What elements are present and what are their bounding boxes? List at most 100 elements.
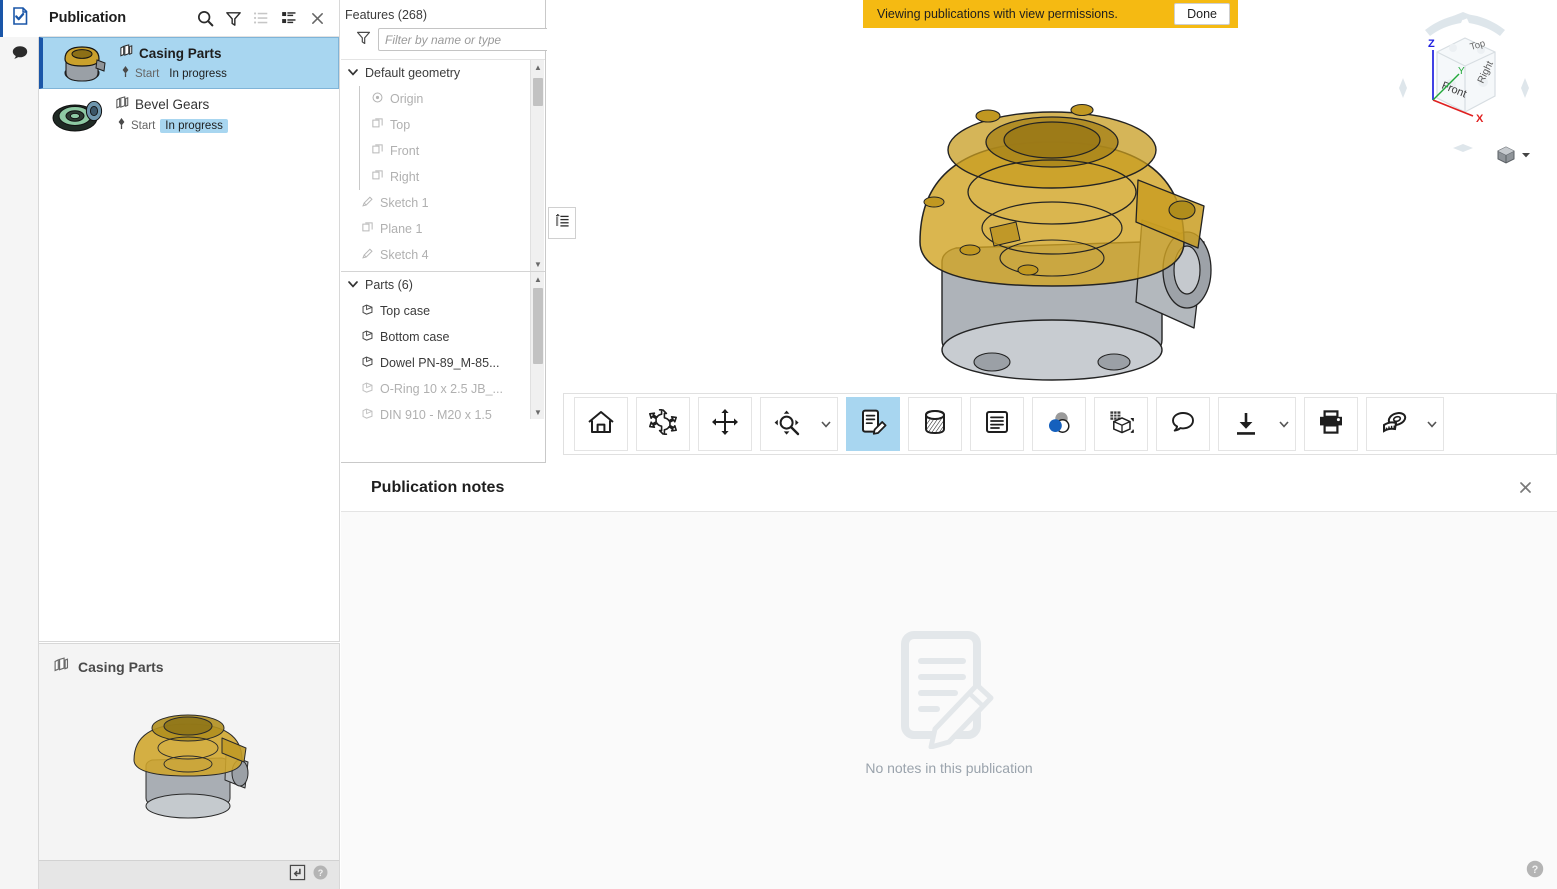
part-item-din-910[interactable]: DIN 910 - M20 x 1,5 — [341, 402, 545, 419]
part-item-o-ring[interactable]: O-Ring 10 x 2.5 JB_... — [341, 376, 545, 402]
plane-icon — [371, 117, 384, 133]
plane-icon — [361, 221, 374, 237]
pan-button[interactable] — [698, 397, 752, 451]
scrollbar-thumb[interactable] — [533, 288, 543, 364]
tree-item-sketch-4[interactable]: Sketch 4 — [341, 242, 545, 268]
close-icon[interactable] — [303, 4, 331, 32]
filter-icon[interactable] — [355, 29, 372, 51]
help-icon[interactable]: ? — [1525, 859, 1545, 879]
tree-item-right[interactable]: Right — [341, 164, 545, 190]
scroll-up-icon[interactable]: ▲ — [531, 272, 545, 286]
tree-item-label: Top — [390, 118, 411, 132]
part-item-top-case[interactable]: Top case — [341, 298, 545, 324]
chevron-down-icon[interactable] — [1421, 418, 1443, 430]
feature-filter-row — [341, 28, 549, 59]
part-item-label: DIN 910 - M20 x 1,5 — [380, 408, 492, 419]
list-view-icon[interactable] — [247, 4, 275, 32]
help-icon[interactable]: ? — [312, 864, 329, 886]
svg-text:Z: Z — [1428, 38, 1435, 50]
detail-view-icon[interactable] — [275, 4, 303, 32]
parts-tree-scroll: Parts (6) Top case Bottom case Dowel PN-… — [341, 271, 545, 419]
features-scrollbar[interactable]: ▲ ▼ — [530, 60, 544, 271]
features-header: Features (268) — [345, 8, 427, 22]
chevron-down-icon — [347, 66, 359, 81]
scroll-down-icon[interactable]: ▼ — [531, 405, 545, 419]
rotate-button[interactable] — [636, 397, 690, 451]
tree-item-origin[interactable]: Origin — [341, 86, 545, 112]
note-pencil-icon — [858, 407, 888, 442]
status-badge: In progress — [164, 67, 232, 81]
comment-bubble-icon — [1168, 407, 1198, 442]
tree-item-front[interactable]: Front — [341, 138, 545, 164]
rail-publications-button[interactable] — [0, 0, 39, 37]
publication-row-bevel-gears[interactable]: Bevel Gears Start In progress — [39, 89, 339, 141]
svg-text:X: X — [1476, 113, 1484, 125]
section-cylinder-icon — [920, 407, 950, 442]
rail-comments-button[interactable] — [0, 37, 39, 74]
parts-group-header[interactable]: Parts (6) — [341, 272, 545, 298]
tree-item-sketch-1[interactable]: Sketch 1 — [341, 190, 545, 216]
measure-button[interactable] — [1366, 397, 1444, 451]
part-item-label: Dowel PN-89_M-85... — [380, 356, 500, 370]
part-icon — [361, 381, 374, 397]
svg-text:?: ? — [318, 868, 324, 878]
filter-icon[interactable] — [219, 4, 247, 32]
print-button[interactable] — [1304, 397, 1358, 451]
bom-list-button[interactable] — [970, 397, 1024, 451]
publication-name: Casing Parts — [139, 45, 222, 61]
home-view-button[interactable] — [574, 397, 628, 451]
zoom-button[interactable] — [760, 397, 838, 451]
note-pencil-large-icon — [891, 625, 1007, 754]
preview-panel: Casing Parts ? — [39, 643, 340, 889]
publication-thumbnail-bevel — [47, 93, 109, 137]
scrollbar-thumb[interactable] — [533, 78, 543, 106]
publication-status-line: Start In progress — [119, 65, 232, 83]
banner-done-button[interactable]: Done — [1174, 3, 1230, 25]
part-item-bottom-case[interactable]: Bottom case — [341, 324, 545, 350]
tree-item-top[interactable]: Top — [341, 112, 545, 138]
section-view-button[interactable] — [908, 397, 962, 451]
tape-measure-icon — [1367, 397, 1421, 451]
part-item-dowel[interactable]: Dowel PN-89_M-85... — [341, 350, 545, 376]
feature-filter-input[interactable] — [378, 28, 549, 51]
part-item-label: Top case — [380, 304, 431, 318]
preview-title: Casing Parts — [78, 659, 164, 675]
chevron-down-icon[interactable] — [815, 418, 837, 430]
features-tree-scroll: Default geometry Origin Top Front Right … — [341, 59, 545, 271]
tree-item-label: Plane 1 — [380, 222, 423, 236]
appearance-button[interactable] — [1032, 397, 1086, 451]
publication-notes-panel: Publication notes No notes in this publi… — [341, 464, 1557, 889]
scroll-up-icon[interactable]: ▲ — [531, 60, 545, 74]
search-icon[interactable] — [191, 4, 219, 32]
open-in-new-icon[interactable] — [289, 864, 306, 886]
chevron-down-icon — [347, 278, 359, 293]
tree-item-plane-1[interactable]: Plane 1 — [341, 216, 545, 242]
tree-toggle-button[interactable] — [548, 207, 576, 239]
explode-button[interactable] — [1094, 397, 1148, 451]
scroll-down-icon[interactable]: ▼ — [531, 257, 545, 271]
home-icon — [586, 407, 616, 442]
publication-row-casing-parts[interactable]: Casing Parts Start In progress — [39, 37, 339, 89]
part-item-label: Bottom case — [380, 330, 450, 344]
tree-guide-line — [359, 86, 360, 190]
part-icon — [361, 355, 374, 371]
features-group-default-geometry[interactable]: Default geometry — [341, 60, 545, 86]
version-marker-icon — [121, 65, 130, 83]
display-mode-dropdown[interactable] — [1495, 144, 1531, 166]
view-cube[interactable]: Top Front Right Z X Y — [1395, 12, 1535, 164]
parts-scrollbar[interactable]: ▲ ▼ — [530, 272, 544, 419]
assembly-icon — [115, 95, 130, 115]
part-icon — [361, 407, 374, 419]
publication-start-label: Start — [135, 68, 160, 80]
download-button[interactable] — [1218, 397, 1296, 451]
publication-notes-empty-text: No notes in this publication — [865, 760, 1033, 776]
close-icon[interactable] — [1511, 474, 1539, 502]
part-icon — [361, 303, 374, 319]
notes-button[interactable] — [846, 397, 900, 451]
comment-button[interactable] — [1156, 397, 1210, 451]
panel-title: Publication — [49, 10, 127, 26]
chevron-down-icon[interactable] — [1273, 418, 1295, 430]
feature-tree-panel: Features (268) Default geometry — [341, 0, 549, 463]
publication-name-line: Bevel Gears — [115, 95, 228, 115]
model-viewport[interactable]: Viewing publications with view permissio… — [547, 0, 1557, 463]
